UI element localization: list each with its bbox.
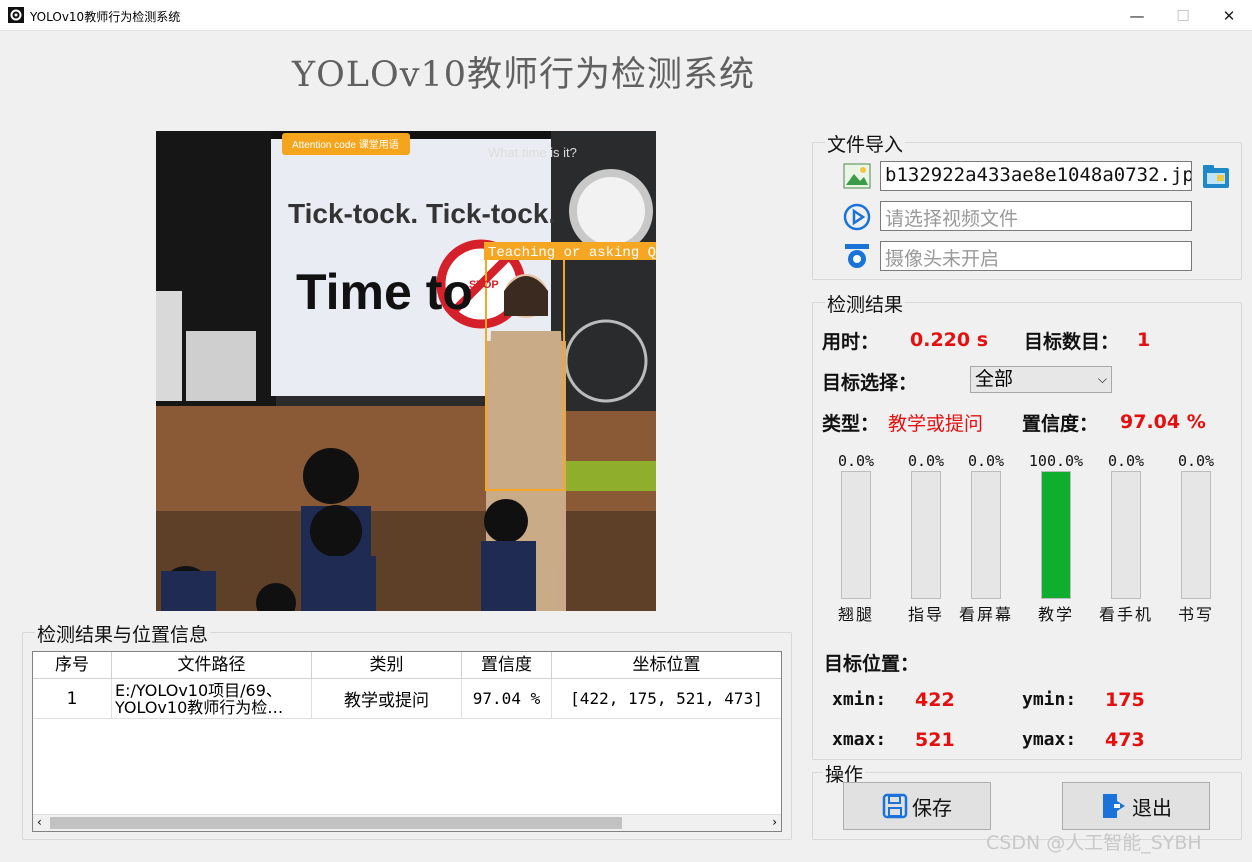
column-header-confidence[interactable]: 置信度 <box>462 652 552 679</box>
cell-confidence: 97.04 % <box>462 679 552 719</box>
column-header-coords[interactable]: 坐标位置 <box>552 652 781 679</box>
window-title: YOLOv10教师行为检测系统 <box>30 10 181 24</box>
bar-track-1 <box>911 471 941 599</box>
ymin-label: ymin: <box>1022 689 1077 710</box>
app-icon <box>8 7 24 23</box>
count-label: 目标数目： <box>1024 331 1120 353</box>
results-table-title: 检测结果与位置信息 <box>35 620 211 647</box>
target-select-value: 全部 <box>975 368 1014 390</box>
bar-label-3: 教学 <box>1037 605 1074 624</box>
cell-path-line1: E:/YOLOv10项目/69、 <box>115 680 282 700</box>
bar-track-3 <box>1041 471 1071 599</box>
count-value: 1 <box>1137 329 1151 351</box>
slide-line1: Tick-tock. Tick-tock. <box>288 198 556 229</box>
save-button[interactable]: 保存 <box>843 782 991 830</box>
bar-track-5 <box>1181 471 1211 599</box>
confidence-value: 97.04 % <box>1120 411 1206 433</box>
bar-percent-4: 0.0% <box>1107 452 1145 470</box>
xmax-value: 521 <box>915 729 955 751</box>
bar-label-4: 看手机 <box>1098 605 1153 624</box>
detection-box-label: Teaching or asking Q <box>488 245 656 261</box>
target-position-label: 目标位置： <box>824 653 920 675</box>
maximize-button[interactable]: ☐ <box>1160 0 1206 31</box>
video-path-field[interactable]: 请选择视频文件 <box>880 201 1192 231</box>
camera-icon[interactable] <box>843 242 871 270</box>
detection-image-view: What time is it? Attention code 课堂用语 Tic… <box>156 131 656 611</box>
slide-top-text: What time is it? <box>488 145 577 160</box>
horizontal-scrollbar[interactable]: ‹ › <box>33 814 781 831</box>
exit-icon <box>1103 794 1125 818</box>
detection-result-title: 检测结果 <box>825 290 906 317</box>
bar-label-5: 书写 <box>1177 605 1214 624</box>
folder-open-icon[interactable] <box>1201 162 1231 190</box>
bar-track-0 <box>841 471 871 599</box>
confidence-label: 置信度： <box>1022 413 1099 435</box>
bar-percent-3: 100.0% <box>1028 452 1084 470</box>
target-select-label: 目标选择： <box>822 372 918 394</box>
stop-sign-text: STOP <box>469 279 499 291</box>
time-label: 用时： <box>822 331 880 353</box>
cell-class: 教学或提问 <box>312 679 462 719</box>
results-table[interactable]: 序号 文件路径 类别 置信度 坐标位置 1 E:/YOLOv10项目/69、 Y… <box>32 651 782 832</box>
cell-path-line2: YOLOv10教师行为检… <box>115 697 284 717</box>
column-header-path[interactable]: 文件路径 <box>112 652 312 679</box>
classroom-image: What time is it? Attention code 课堂用语 Tic… <box>156 131 656 611</box>
bar-percent-0: 0.0% <box>837 452 875 470</box>
cell-path: E:/YOLOv10项目/69、 YOLOv10教师行为检… <box>112 679 312 719</box>
time-value: 0.220 s <box>910 329 989 351</box>
watermark: CSDN @人工智能_SYBH <box>986 832 1202 854</box>
window-titlebar: YOLOv10教师行为检测系统 — ☐ ✕ <box>0 0 1252 31</box>
type-value: 教学或提问 <box>888 413 984 435</box>
image-file-icon[interactable] <box>843 163 871 189</box>
xmin-value: 422 <box>915 689 955 711</box>
bar-label-2: 看屏幕 <box>958 605 1013 624</box>
ymax-label: ymax: <box>1022 729 1077 750</box>
type-label: 类型： <box>822 413 880 435</box>
scroll-left-icon[interactable]: ‹ <box>37 815 42 829</box>
close-button[interactable]: ✕ <box>1206 0 1252 31</box>
slide-line2: Time to <box>296 264 473 320</box>
chevron-down-icon: ⌵ <box>1097 372 1107 386</box>
minimize-button[interactable]: — <box>1114 0 1160 31</box>
bar-fill-3 <box>1042 472 1070 598</box>
bar-track-4 <box>1111 471 1141 599</box>
column-header-class[interactable]: 类别 <box>312 652 462 679</box>
file-import-title: 文件导入 <box>825 130 906 157</box>
scrollbar-thumb[interactable] <box>50 817 622 829</box>
save-icon <box>882 793 908 819</box>
xmin-label: xmin: <box>832 689 887 710</box>
bar-percent-5: 0.0% <box>1177 452 1215 470</box>
bar-label-0: 翘腿 <box>837 605 874 624</box>
bar-percent-2: 0.0% <box>967 452 1005 470</box>
ymax-value: 473 <box>1105 729 1145 751</box>
video-play-icon[interactable] <box>843 203 871 231</box>
xmax-label: xmax: <box>832 729 887 750</box>
page-title: YOLOv10教师行为检测系统 <box>292 55 756 95</box>
exit-button[interactable]: 退出 <box>1062 782 1210 830</box>
camera-status-field[interactable]: 摄像头未开启 <box>880 241 1192 271</box>
target-select-dropdown[interactable]: 全部 ⌵ <box>970 366 1112 393</box>
ymin-value: 175 <box>1105 689 1145 711</box>
cell-index: 1 <box>33 679 112 719</box>
image-path-field[interactable]: b132922a433ae8e1048a0732.jpg <box>880 161 1192 191</box>
cell-coords: [422, 175, 521, 473] <box>552 679 781 719</box>
slide-badge: Attention code 课堂用语 <box>292 139 399 151</box>
exit-button-label: 退出 <box>1132 795 1172 820</box>
save-button-label: 保存 <box>912 795 952 820</box>
bar-track-2 <box>971 471 1001 599</box>
column-header-index[interactable]: 序号 <box>33 652 112 679</box>
scroll-right-icon[interactable]: › <box>772 815 777 829</box>
